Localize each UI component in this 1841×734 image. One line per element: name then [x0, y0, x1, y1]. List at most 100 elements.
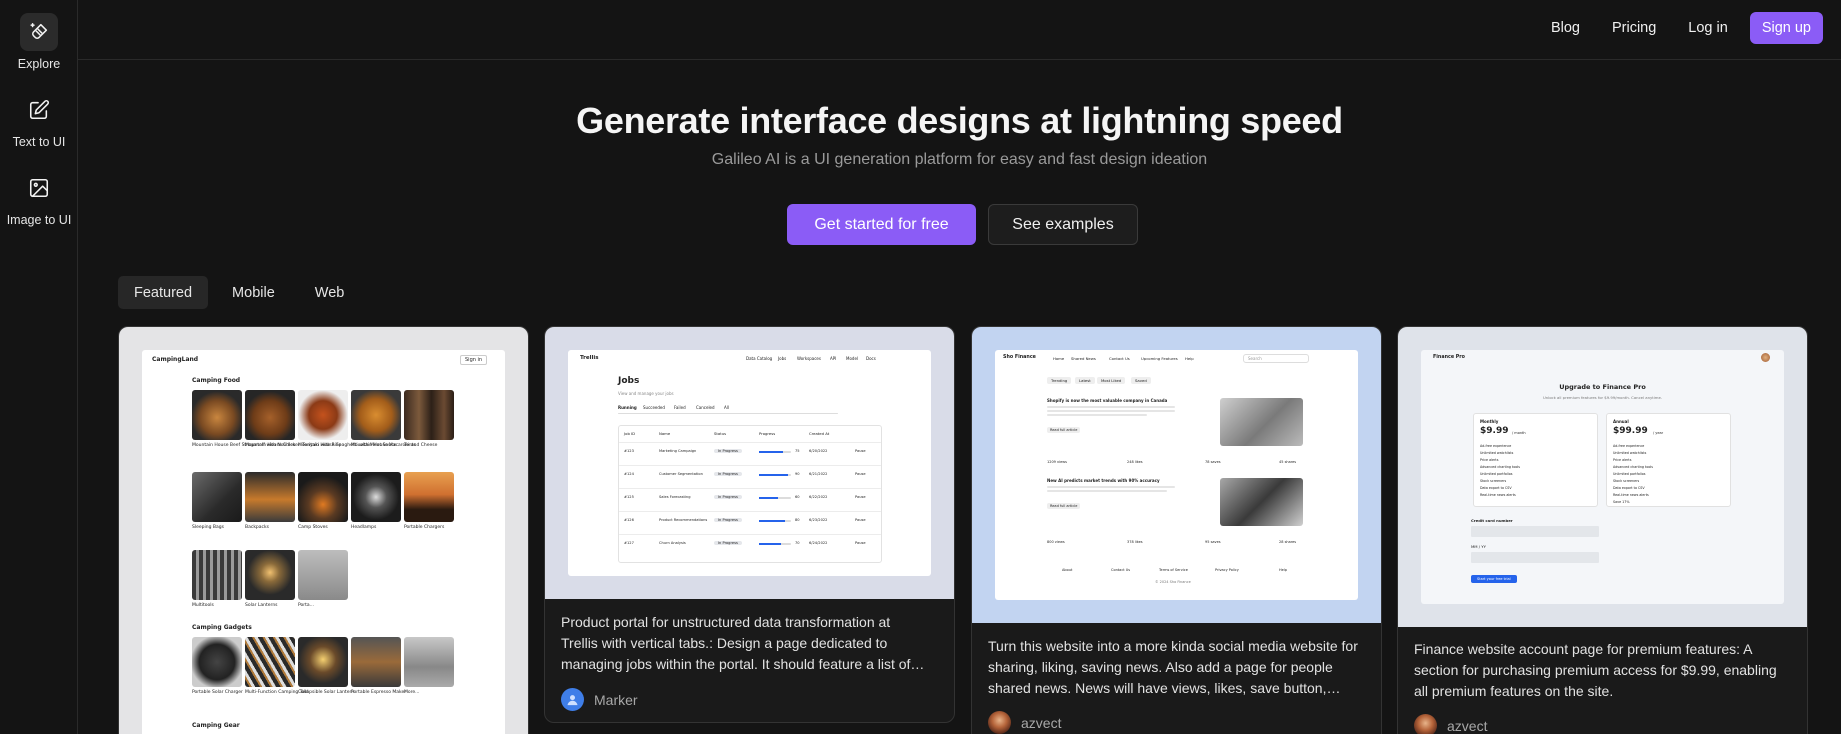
preview-brand: Sho Finance [1003, 355, 1036, 360]
sidebar-item-image-to-ui[interactable]: Image to UI [0, 169, 78, 227]
preview-cell-progress: 60 [795, 495, 800, 499]
preview-cell-progress: 70 [795, 541, 800, 545]
preview-footer-link: Terms of Service [1159, 568, 1188, 572]
preview-article-title: New AI predicts market trends with 90% a… [1047, 478, 1160, 483]
preview-progress-fill [759, 474, 788, 476]
image-icon [20, 169, 58, 207]
tab-featured[interactable]: Featured [118, 276, 209, 309]
preview-feature: Advanced charting tools [1480, 465, 1521, 469]
preview-cell-date: 6/20/2022 [809, 449, 828, 453]
preview-tab: Canceled [696, 405, 715, 410]
top-navbar: Blog Pricing Log in Sign up [78, 0, 1841, 60]
card-description-line: Turn this website into a more kinda soci… [988, 638, 1358, 654]
card-author: Marker [561, 688, 638, 711]
card-description-line: shared news. News will have views, likes… [988, 680, 1341, 696]
preview-tile [245, 550, 295, 600]
preview-feature: Unlimited watchlists [1480, 451, 1514, 455]
preview-plan-annual: Annual $99.99 / year Ad-free experience U… [1606, 413, 1731, 507]
preview-cell-action: Pause [855, 449, 866, 453]
preview-nav-item: Help [1185, 356, 1194, 361]
preview-feature: Save 17% [1613, 500, 1630, 504]
preview-text-line [1047, 486, 1175, 488]
preview-section-title: Camping Gear [192, 722, 240, 729]
preview-stat: 248 likes [1127, 460, 1143, 464]
sidebar-item-label: Image to UI [6, 213, 72, 227]
preview-read-more: Read full article [1047, 427, 1081, 433]
signup-button[interactable]: Sign up [1749, 12, 1823, 44]
tab-web[interactable]: Web [299, 276, 361, 309]
preview-table: Job ID Name Status Progress Created At #… [618, 425, 882, 563]
sidebar-item-text-to-ui[interactable]: Text to UI [0, 91, 78, 149]
preview-item-label: Mountain House Macaroni and Cheese [351, 443, 438, 448]
preview-feature: Stock screeners [1613, 479, 1640, 483]
preview-feature: Data export to CSV [1480, 486, 1512, 490]
example-card-camping[interactable]: CampingLand Sign in Camping Food Mountai… [118, 326, 529, 734]
preview-tile [351, 637, 401, 687]
preview-tile [192, 550, 242, 600]
preview-field-label: Credit card number [1471, 518, 1513, 523]
sparkle-brush-icon [20, 13, 58, 51]
preview-feature: Ad-free experience [1480, 444, 1512, 448]
preview-brand: CampingLand [152, 356, 199, 363]
preview-table-header: Progress [759, 431, 776, 436]
see-examples-button[interactable]: See examples [988, 204, 1138, 245]
preview-table-header: Status [714, 431, 727, 436]
preview-stat: 78 saves [1205, 460, 1221, 464]
preview-cell-status: In Progress [714, 495, 742, 499]
preview-cell-id: #127 [624, 541, 634, 545]
edit-square-icon [20, 91, 58, 129]
preview-progress-track [759, 451, 791, 453]
card-description-line: managing jobs within the portal. It shou… [561, 656, 925, 672]
preview-tab: Succeeded [643, 405, 665, 410]
preview-tab: Running [618, 405, 637, 410]
login-link[interactable]: Log in [1672, 12, 1744, 44]
blog-link[interactable]: Blog [1535, 12, 1596, 44]
preview-tile [298, 390, 348, 440]
preview-cell-name: Marketing Campaign [659, 449, 697, 453]
sidebar-item-label: Explore [17, 57, 61, 71]
preview-cell-action: Pause [855, 541, 866, 545]
preview-trial-button: Start your free trial [1471, 575, 1517, 583]
preview-nav-item: Workspaces [797, 356, 821, 361]
preview-progress-fill [759, 520, 785, 522]
preview-cell-date: 6/21/2022 [809, 472, 828, 476]
get-started-button[interactable]: Get started for free [787, 204, 976, 245]
preview-row-divider [619, 534, 881, 535]
preview-item-label: Portable Espresso Maker [351, 690, 407, 695]
example-card-finance-pro[interactable]: Finance Pro Upgrade to Finance Pro Unloc… [1397, 326, 1808, 734]
example-card-trellis[interactable]: Trellis Data Catalog Jobs Workspaces API… [544, 326, 955, 723]
example-card-sho-finance[interactable]: Sho Finance Home Shared News Contact Us … [971, 326, 1382, 734]
preview-cell-progress: 90 [795, 472, 800, 476]
preview-divider [618, 413, 838, 414]
preview-section-title: Camping Food [192, 377, 241, 384]
preview-title: Jobs [618, 376, 640, 386]
sidebar: Explore Text to UI Image to UI [0, 0, 78, 734]
card-preview: CampingLand Sign in Camping Food Mountai… [119, 327, 528, 734]
preview-tile [351, 390, 401, 440]
preview-nav-item: Jobs [778, 356, 787, 361]
preview-text-line [1047, 414, 1147, 416]
card-description: Turn this website into a more kinda soci… [988, 636, 1366, 699]
preview-cell-name: Churn Analysis [659, 541, 686, 545]
preview-tile [245, 472, 295, 522]
preview-text-line [1047, 406, 1175, 408]
preview-progress-track [759, 520, 791, 522]
avatar [1761, 353, 1770, 362]
preview-footer-link: Help [1279, 568, 1287, 572]
preview-plan-name: Annual [1613, 419, 1629, 424]
preview-input [1471, 552, 1599, 563]
preview-nav-item: Data Catalog [746, 356, 773, 361]
sidebar-item-explore[interactable]: Explore [0, 13, 78, 71]
avatar [1414, 714, 1437, 734]
preview-cell-status: In Progress [714, 518, 742, 522]
preview-brand: Finance Pro [1433, 355, 1465, 360]
preview-nav-item: Docs [866, 356, 876, 361]
preview-subtitle: View and manage your jobs [618, 391, 674, 396]
pricing-link[interactable]: Pricing [1596, 12, 1672, 44]
app-root: Explore Text to UI Image to UI Blog Pric… [0, 0, 1841, 734]
preview-article-image [1220, 478, 1303, 526]
preview-item-label: Collapsible Solar Lantern [298, 690, 355, 695]
preview-chip: Saved [1131, 377, 1151, 384]
tab-mobile[interactable]: Mobile [216, 276, 291, 309]
preview-cell-id: #126 [624, 518, 634, 522]
